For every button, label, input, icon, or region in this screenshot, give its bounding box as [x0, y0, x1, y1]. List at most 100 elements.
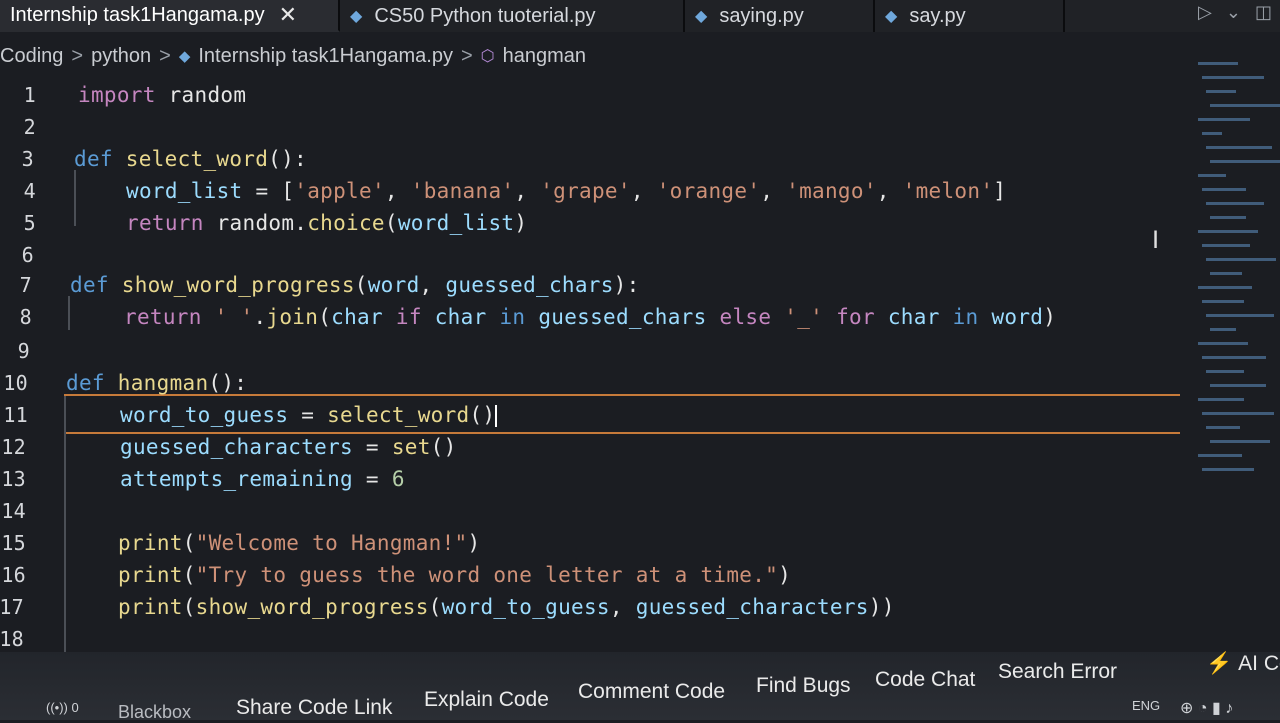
code-token: select_word — [327, 403, 470, 427]
broadcast-icon: ((•)) — [46, 700, 68, 715]
code-token: '_' — [784, 305, 824, 329]
line-number: 8 — [19, 305, 32, 329]
code-line[interactable]: 13 attempts_remaining = 6 — [0, 462, 1180, 496]
code-token: print — [118, 563, 183, 587]
minimap-line — [1202, 412, 1274, 415]
code-token: word — [991, 305, 1044, 329]
code-token: ): — [613, 273, 640, 297]
code-line[interactable]: 4 word_list = ['apple', 'banana', 'grape'… — [0, 174, 1180, 208]
code-text: def show_word_progress(word, guessed_cha… — [70, 273, 640, 297]
minimap-line — [1206, 146, 1272, 149]
code-editor[interactable]: 1 import random 2 3 def select_word(): 4 word_… — [0, 78, 1180, 690]
tab-internship-task1[interactable]: Internship task1Hangama.py ✕ — [0, 0, 340, 32]
blackbox-toolbar: Blackbox Share Code Link Explain Code Co… — [0, 652, 1280, 722]
code-text: attempts_remaining = 6 — [120, 467, 405, 491]
breadcrumb-item-symbol[interactable]: hangman — [503, 45, 586, 68]
code-line[interactable]: 10 def hangman(): — [0, 366, 1180, 400]
code-line[interactable]: 12 guessed_characters = set() — [0, 430, 1180, 464]
code-token: char — [434, 305, 487, 329]
code-token: 'melon' — [902, 179, 994, 203]
minimap-line — [1206, 90, 1236, 93]
symbol-method-icon: ⬡ — [480, 48, 495, 65]
code-token: show_word_progress — [121, 273, 355, 297]
code-token: ( — [182, 531, 196, 555]
code-token: guessed_characters — [635, 595, 869, 619]
editor-actions: ▷ ⌄ ◫ — [1198, 2, 1272, 23]
code-token: char — [331, 305, 383, 329]
line-number: 2 — [23, 115, 36, 139]
minimap-line — [1210, 160, 1280, 163]
search-error-button[interactable]: Search Error — [998, 660, 1117, 684]
close-icon[interactable]: ✕ — [279, 2, 297, 28]
code-line[interactable]: 2 — [0, 110, 1180, 144]
code-token: guessed_chars — [538, 305, 707, 329]
code-token: return — [124, 305, 202, 329]
code-token: ' ' — [214, 305, 254, 329]
split-editor-icon[interactable]: ◫ — [1255, 2, 1272, 23]
run-icon[interactable]: ▷ — [1198, 2, 1212, 23]
code-line[interactable]: 17 print(show_word_progress(word_to_guess… — [0, 590, 1180, 624]
code-line[interactable]: 8 return ' '.join(char if char in guessed… — [0, 300, 1180, 334]
line-number: 7 — [19, 273, 32, 297]
code-line[interactable]: 18 — [0, 622, 1180, 656]
minimap-line — [1198, 230, 1258, 233]
code-line[interactable]: 9 — [0, 334, 1180, 368]
code-line[interactable]: 15 print("Welcome to Hangman!") — [0, 526, 1180, 560]
language-indicator[interactable]: ENG — [1132, 698, 1160, 713]
line-number: 10 — [3, 371, 28, 395]
line-number: 18 — [0, 627, 24, 651]
ai-code-button[interactable]: ⚡AI Co — [1206, 652, 1280, 676]
code-token: word_list — [126, 179, 243, 203]
breadcrumb-item-python[interactable]: python — [91, 45, 151, 68]
code-token: join — [266, 305, 319, 329]
comment-code-button[interactable]: Comment Code — [578, 680, 725, 704]
code-line[interactable]: 7 def show_word_progress(word, guessed_ch… — [0, 268, 1180, 302]
tab-label: saying.py — [719, 4, 804, 27]
code-line[interactable]: 11 word_to_guess = select_word() — [0, 398, 1180, 432]
minimap-line — [1198, 398, 1244, 401]
share-code-link-button[interactable]: Share Code Link — [236, 696, 392, 720]
code-token: guessed_chars — [445, 273, 614, 297]
code-token: 6 — [391, 467, 405, 491]
code-token: hangman — [117, 371, 209, 395]
chevron-down-icon[interactable]: ⌄ — [1226, 2, 1241, 23]
tab-cs50-python[interactable]: ◆ CS50 Python tuoterial.py — [340, 0, 685, 32]
system-tray-icons[interactable]: ⊕ ◔ ▮ ♪ — [1180, 698, 1233, 718]
error-count[interactable]: ((•)) 0 — [46, 700, 79, 715]
code-token: ) — [1043, 305, 1057, 329]
breadcrumb-item-coding[interactable]: Coding — [0, 45, 63, 68]
code-line[interactable]: 3 def select_word(): — [0, 142, 1180, 176]
tab-say[interactable]: ◆ say.py — [875, 0, 1065, 32]
code-token: def — [66, 371, 105, 395]
minimap-line — [1210, 272, 1242, 275]
code-line[interactable]: 6 — [0, 238, 1180, 272]
code-token: , — [876, 179, 903, 203]
code-text: word_list = ['apple', 'banana', 'grape',… — [126, 179, 1006, 203]
code-chat-button[interactable]: Code Chat — [875, 668, 975, 692]
code-token: ( — [428, 595, 442, 619]
minimap-line — [1206, 258, 1276, 261]
breadcrumb-item-file[interactable]: Internship task1Hangama.py — [198, 45, 453, 68]
minimap-line — [1202, 188, 1246, 191]
code-line[interactable]: 5 return random.choice(word_list) — [0, 206, 1180, 240]
code-token: "Welcome to Hangman!" — [195, 531, 468, 555]
code-text: word_to_guess = select_word() — [120, 403, 498, 427]
line-number: 14 — [1, 499, 26, 523]
tab-saying[interactable]: ◆ saying.py — [685, 0, 875, 32]
code-token: random. — [203, 211, 308, 235]
code-text: import random — [78, 83, 246, 107]
minimap-line — [1198, 454, 1242, 457]
code-token: word — [367, 273, 420, 297]
code-token: def — [74, 147, 113, 171]
code-token: ( — [318, 305, 332, 329]
minimap[interactable] — [1190, 62, 1280, 502]
explain-code-button[interactable]: Explain Code — [424, 688, 549, 712]
code-token: in — [952, 305, 979, 329]
code-line[interactable]: 16 print("Try to guess the word one lette… — [0, 558, 1180, 592]
code-line[interactable]: 1 import random — [0, 78, 1180, 112]
find-bugs-button[interactable]: Find Bugs — [756, 674, 851, 698]
code-line[interactable]: 14 — [0, 494, 1180, 528]
code-token: . — [253, 305, 267, 329]
